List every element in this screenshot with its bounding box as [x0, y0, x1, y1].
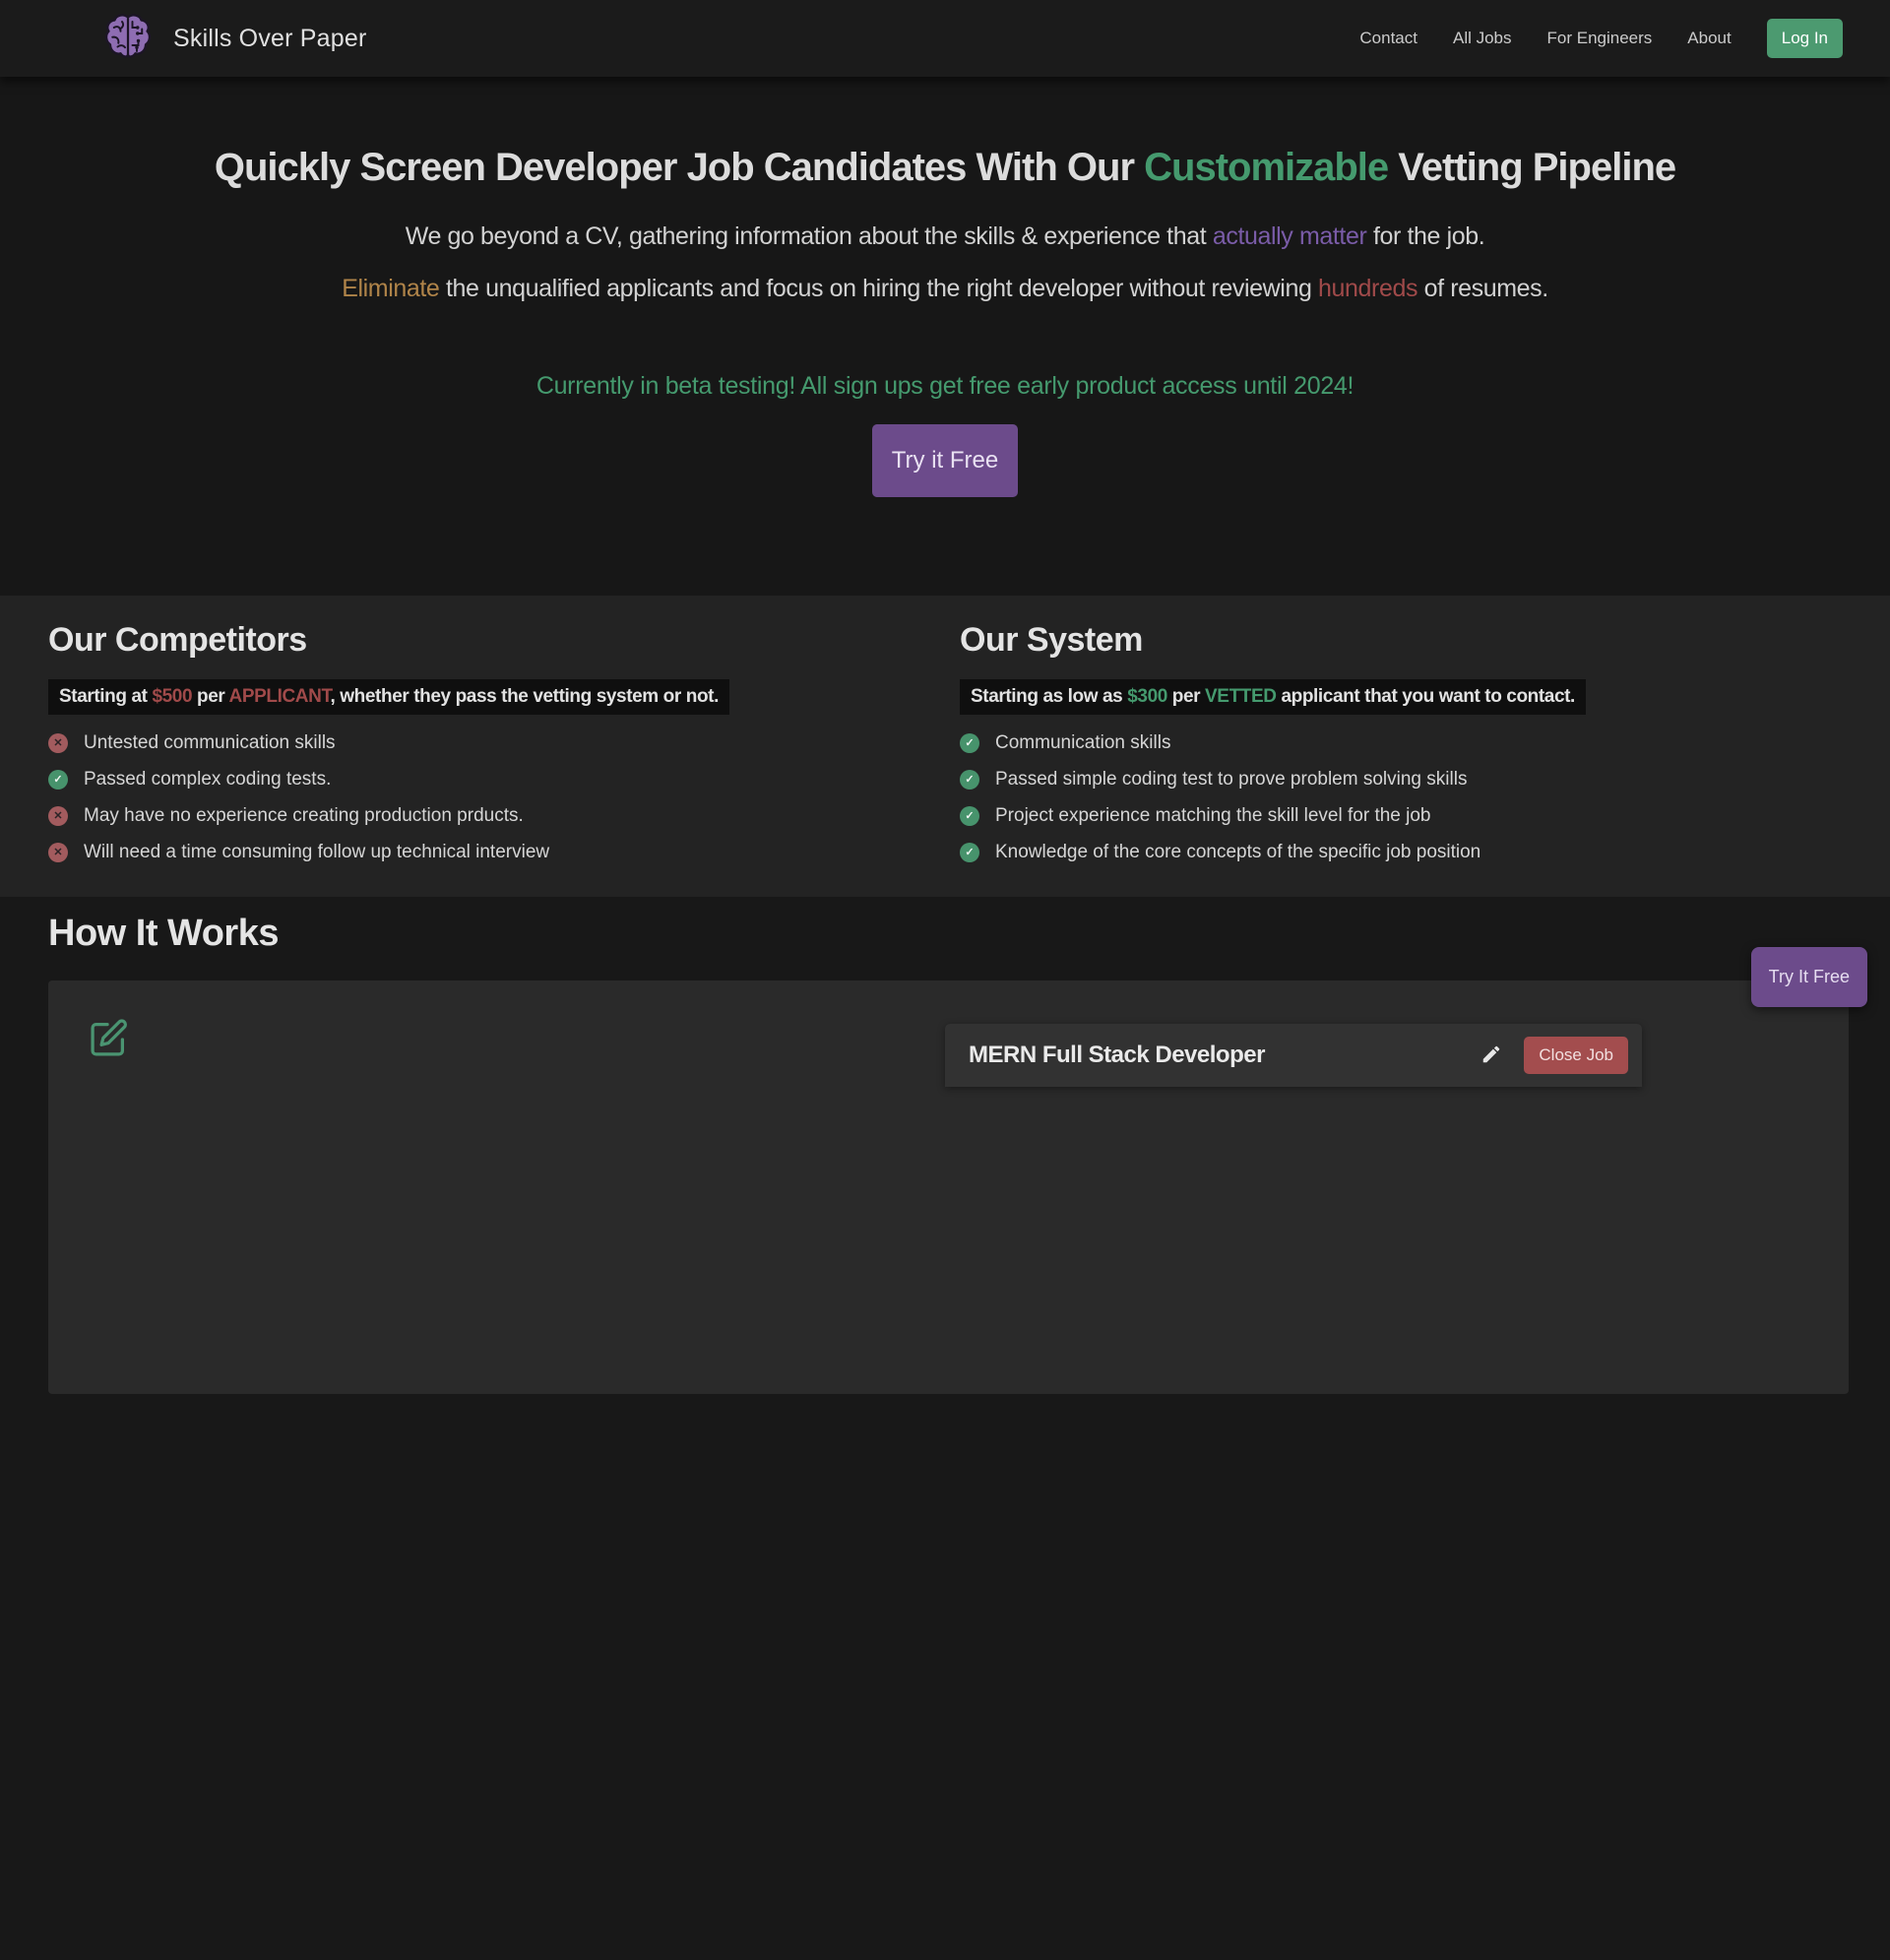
nav-links: Contact All Jobs For Engineers About Log…	[1359, 19, 1843, 58]
brain-icon	[104, 13, 152, 65]
subtitle1-post: for the job.	[1366, 222, 1484, 250]
login-button[interactable]: Log In	[1767, 19, 1843, 58]
comparison-section: Our Competitors Starting at $500 per APP…	[0, 596, 1890, 897]
job-actions: Close Job	[1480, 1037, 1628, 1074]
check-circle-icon: ✓	[48, 770, 68, 790]
hero-title: Quickly Screen Developer Job Candidates …	[0, 144, 1890, 191]
pricing-price: $500	[152, 686, 192, 707]
list-item-text: Passed complex coding tests.	[84, 769, 331, 790]
list-item-text: Untested communication skills	[84, 732, 336, 754]
competitors-heading: Our Competitors	[48, 621, 945, 660]
top-navbar: Skills Over Paper Contact All Jobs For E…	[0, 0, 1890, 77]
x-circle-icon: ✕	[48, 843, 68, 862]
beta-note: Currently in beta testing! All sign ups …	[0, 372, 1890, 401]
pricing-emphasis: VETTED	[1205, 686, 1277, 707]
how-it-works-card: MERN Full Stack Developer Close Job	[48, 980, 1849, 1394]
how-it-works-heading: How It Works	[48, 913, 1890, 955]
hero-title-post: Vetting Pipeline	[1388, 146, 1675, 189]
competitors-column: Our Competitors Starting at $500 per APP…	[0, 621, 945, 863]
subtitle1-highlight: actually matter	[1213, 222, 1367, 250]
system-list: ✓ Communication skills ✓ Passed simple cod…	[960, 732, 1890, 863]
job-title: MERN Full Stack Developer	[969, 1042, 1265, 1069]
list-item: ✕ May have no experience creating product…	[48, 805, 945, 827]
check-circle-icon: ✓	[960, 806, 979, 826]
list-item: ✕ Will need a time consuming follow up te…	[48, 842, 945, 863]
list-item: ✓ Passed simple coding test to prove prob…	[960, 769, 1890, 790]
brand[interactable]: Skills Over Paper	[104, 13, 367, 65]
subtitle1-pre: We go beyond a CV, gathering information…	[406, 222, 1213, 250]
x-circle-icon: ✕	[48, 806, 68, 826]
pricing-post: applicant that you want to contact.	[1277, 686, 1575, 707]
pencil-square-icon	[86, 1016, 131, 1066]
hero-title-pre: Quickly Screen Developer Job Candidates …	[215, 146, 1144, 189]
competitors-list: ✕ Untested communication skills ✓ Passed c…	[48, 732, 945, 863]
brand-title: Skills Over Paper	[173, 25, 367, 53]
job-panel-header: MERN Full Stack Developer Close Job	[945, 1024, 1642, 1087]
check-circle-icon: ✓	[960, 733, 979, 753]
nav-link-for-engineers[interactable]: For Engineers	[1547, 29, 1653, 48]
pencil-icon	[1480, 1043, 1502, 1068]
list-item-text: Communication skills	[995, 732, 1170, 754]
check-circle-icon: ✓	[960, 770, 979, 790]
hero-title-highlight: Customizable	[1144, 146, 1388, 189]
pricing-post: , whether they pass the vetting system o…	[331, 686, 719, 707]
hero-subtitle-2: Eliminate the unqualified applicants and…	[0, 275, 1890, 303]
list-item: ✓ Knowledge of the core concepts of the s…	[960, 842, 1890, 863]
pricing-mid: per	[192, 686, 228, 707]
pricing-emphasis: APPLICANT	[229, 686, 331, 707]
hero-subtitle-1: We go beyond a CV, gathering information…	[0, 222, 1890, 251]
try-it-free-button[interactable]: Try it Free	[872, 424, 1018, 497]
subtitle2-post: of resumes.	[1418, 275, 1548, 302]
how-it-works-section: How It Works MERN Full Stack Developer	[0, 897, 1890, 1960]
subtitle2-mid: the unqualified applicants and focus on …	[439, 275, 1318, 302]
check-circle-icon: ✓	[960, 843, 979, 862]
list-item-text: Project experience matching the skill le…	[995, 805, 1431, 827]
job-panel: MERN Full Stack Developer Close Job	[945, 1024, 1642, 1087]
list-item: ✓ Communication skills	[960, 732, 1890, 754]
floating-try-it-free-button[interactable]: Try It Free	[1751, 947, 1867, 1007]
list-item: ✓ Project experience matching the skill l…	[960, 805, 1890, 827]
pricing-price: $300	[1127, 686, 1167, 707]
nav-link-all-jobs[interactable]: All Jobs	[1453, 29, 1512, 48]
nav-link-about[interactable]: About	[1687, 29, 1731, 48]
pricing-mid: per	[1167, 686, 1205, 707]
pricing-pre: Starting as low as	[971, 686, 1127, 707]
list-item: ✕ Untested communication skills	[48, 732, 945, 754]
nav-link-contact[interactable]: Contact	[1359, 29, 1418, 48]
subtitle2-lead: Eliminate	[342, 275, 439, 302]
close-job-button[interactable]: Close Job	[1524, 1037, 1628, 1074]
subtitle2-highlight: hundreds	[1318, 275, 1418, 302]
competitors-pricing: Starting at $500 per APPLICANT, whether …	[48, 679, 729, 715]
hero-section: Quickly Screen Developer Job Candidates …	[0, 77, 1890, 596]
list-item-text: May have no experience creating producti…	[84, 805, 524, 827]
list-item: ✓ Passed complex coding tests.	[48, 769, 945, 790]
list-item-text: Knowledge of the core concepts of the sp…	[995, 842, 1480, 863]
system-column: Our System Starting as low as $300 per V…	[945, 621, 1890, 863]
pricing-pre: Starting at	[59, 686, 152, 707]
list-item-text: Passed simple coding test to prove probl…	[995, 769, 1467, 790]
edit-job-button[interactable]	[1480, 1043, 1502, 1068]
system-pricing: Starting as low as $300 per VETTED appli…	[960, 679, 1586, 715]
x-circle-icon: ✕	[48, 733, 68, 753]
list-item-text: Will need a time consuming follow up tec…	[84, 842, 549, 863]
system-heading: Our System	[960, 621, 1890, 660]
